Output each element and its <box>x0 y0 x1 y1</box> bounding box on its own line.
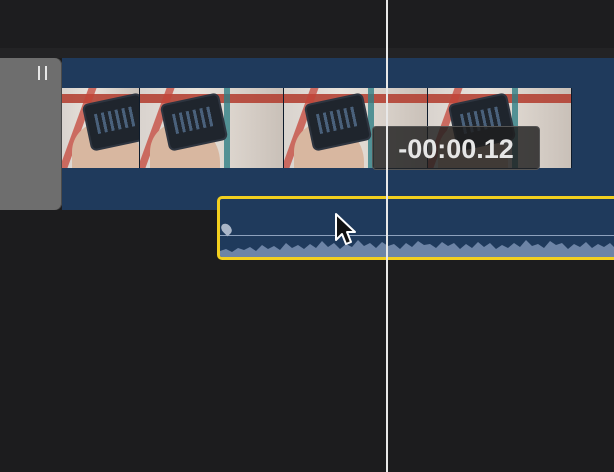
arrow-pointer-icon <box>335 213 356 245</box>
gap-clip[interactable] <box>0 58 62 210</box>
audio-waveform <box>220 240 614 257</box>
timeline-divider <box>0 48 614 58</box>
gap-clip-trim-handle[interactable] <box>38 66 47 80</box>
audio-clip-selected[interactable] <box>217 196 614 260</box>
playhead[interactable] <box>386 0 388 472</box>
video-thumbnail <box>62 88 140 168</box>
video-thumbnail <box>140 88 284 168</box>
timecode-overlay: -00:00.12 <box>372 126 540 170</box>
timeline-header-area <box>0 0 614 48</box>
